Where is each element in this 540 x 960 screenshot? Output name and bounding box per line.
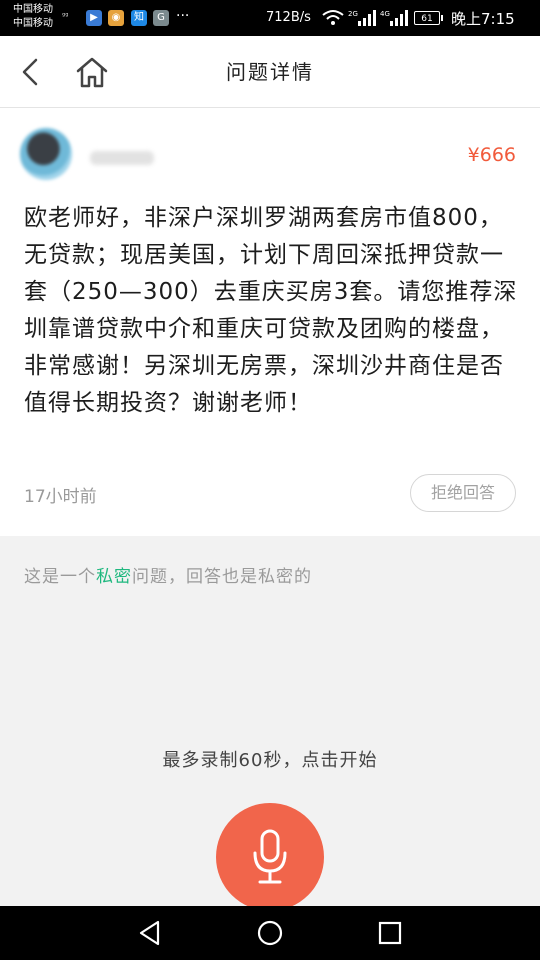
svg-text:2G: 2G: [348, 10, 358, 18]
notice-highlight: 私密: [96, 567, 132, 587]
top-header: 问题详情: [0, 36, 540, 108]
avatar[interactable]: [20, 128, 72, 180]
nav-back-icon[interactable]: [136, 919, 164, 947]
page-title: 问题详情: [226, 60, 314, 84]
zhihu-app-icon: 知: [131, 10, 147, 26]
svg-text:4G: 4G: [380, 10, 390, 18]
hd-indicator: ᵍᵍ: [62, 11, 69, 20]
clock: 晚上7:15: [451, 10, 515, 28]
weibo-app-icon: ◉: [108, 10, 124, 26]
notice-text-after: 问题，回答也是私密的: [132, 567, 312, 587]
sync-app-icon: G: [153, 10, 169, 26]
question-text: 欧老师好，非深户深圳罗湖两套房市值800，无贷款；现居美国，计划下周回深抵押贷款…: [24, 205, 518, 416]
carrier-1: 中国移动: [13, 4, 53, 15]
wifi-icon: [322, 10, 344, 25]
nav-recents-icon[interactable]: [376, 919, 404, 947]
carrier-2: 中国移动: [13, 18, 53, 29]
record-hint: 最多录制60秒，点击开始: [162, 750, 378, 771]
battery-icon: 61: [414, 11, 443, 25]
network-speed: 712B/s: [266, 10, 311, 25]
microphone-icon: [253, 829, 287, 884]
notice-text-before: 这是一个: [24, 567, 96, 587]
system-nav-bar: [0, 906, 540, 960]
record-button[interactable]: [216, 803, 324, 911]
signal-4g-icon: 4G: [380, 10, 408, 26]
reject-answer-button[interactable]: 拒绝回答: [410, 474, 516, 512]
question-card: ¥666 欧老师好，非深户深圳罗湖两套房市值800，无贷款；现居美国，计划下周回…: [0, 108, 540, 536]
username-blurred: [90, 151, 154, 165]
post-time: 17小时前: [24, 487, 97, 507]
signal-2g-icon: 2G: [348, 10, 376, 26]
more-notifications-icon: ···: [176, 8, 190, 24]
reward-price: ¥666: [467, 144, 516, 166]
status-bar: 中国移动 中国移动 ᵍᵍ ▶ ◉ 知 G ··· 712B/s 2G 4G 61…: [0, 0, 540, 36]
private-notice: 这是一个私密问题，回答也是私密的: [24, 562, 312, 587]
nav-home-icon[interactable]: [256, 919, 284, 947]
carrier-labels: 中国移动 中国移动: [13, 3, 53, 31]
video-app-icon: ▶: [86, 10, 102, 26]
